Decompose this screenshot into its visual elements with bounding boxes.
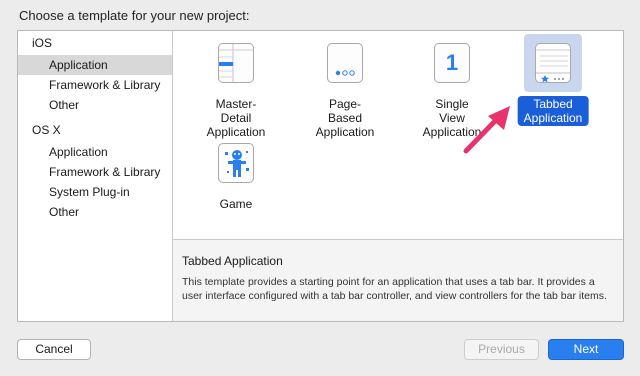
sidebar-group-ios[interactable]: iOS [18, 33, 172, 53]
sidebar-item-ios-other[interactable]: Other [18, 95, 172, 115]
template-description-title: Tabbed Application [182, 254, 283, 268]
next-button[interactable]: Next [548, 339, 624, 360]
page-based-icon [327, 43, 363, 83]
platform-sidebar: iOS Application Framework & Library Othe… [18, 31, 173, 321]
template-game[interactable]: Game [186, 134, 286, 211]
sidebar-item-ios-framework-library[interactable]: Framework & Library [18, 75, 172, 95]
template-master-detail[interactable]: Master-Detail Application [186, 34, 286, 139]
template-label: Page-Based Application [315, 97, 375, 139]
cancel-button[interactable]: Cancel [17, 339, 91, 360]
sidebar-item-osx-system-plugin[interactable]: System Plug-in [18, 182, 172, 202]
sidebar-item-osx-application[interactable]: Application [18, 142, 172, 162]
template-label: Game [219, 197, 253, 211]
template-single-view[interactable]: 1 Single View Application [402, 34, 502, 139]
template-description-panel: Tabbed Application This template provide… [173, 239, 623, 321]
template-label: Tabbed Application [517, 96, 589, 126]
template-page-based[interactable]: Page-Based Application [295, 34, 395, 139]
master-detail-icon [218, 43, 254, 83]
sidebar-group-osx[interactable]: OS X [18, 120, 172, 140]
single-view-icon: 1 [434, 43, 470, 83]
template-chooser: iOS Application Framework & Library Othe… [17, 30, 624, 322]
previous-button[interactable]: Previous [464, 339, 539, 360]
template-grid: Master-Detail Application Page-Based App… [173, 31, 623, 321]
dialog-heading: Choose a template for your new project: [19, 8, 250, 23]
sidebar-item-osx-framework-library[interactable]: Framework & Library [18, 162, 172, 182]
sidebar-item-ios-application[interactable]: Application [18, 55, 172, 75]
template-description-text: This template provides a starting point … [182, 276, 607, 302]
game-icon [218, 143, 254, 183]
template-tabbed[interactable]: Tabbed Application [503, 34, 603, 126]
sidebar-item-osx-other[interactable]: Other [18, 202, 172, 222]
template-label: Single View Application [422, 97, 482, 139]
tabbed-app-icon [535, 43, 571, 83]
